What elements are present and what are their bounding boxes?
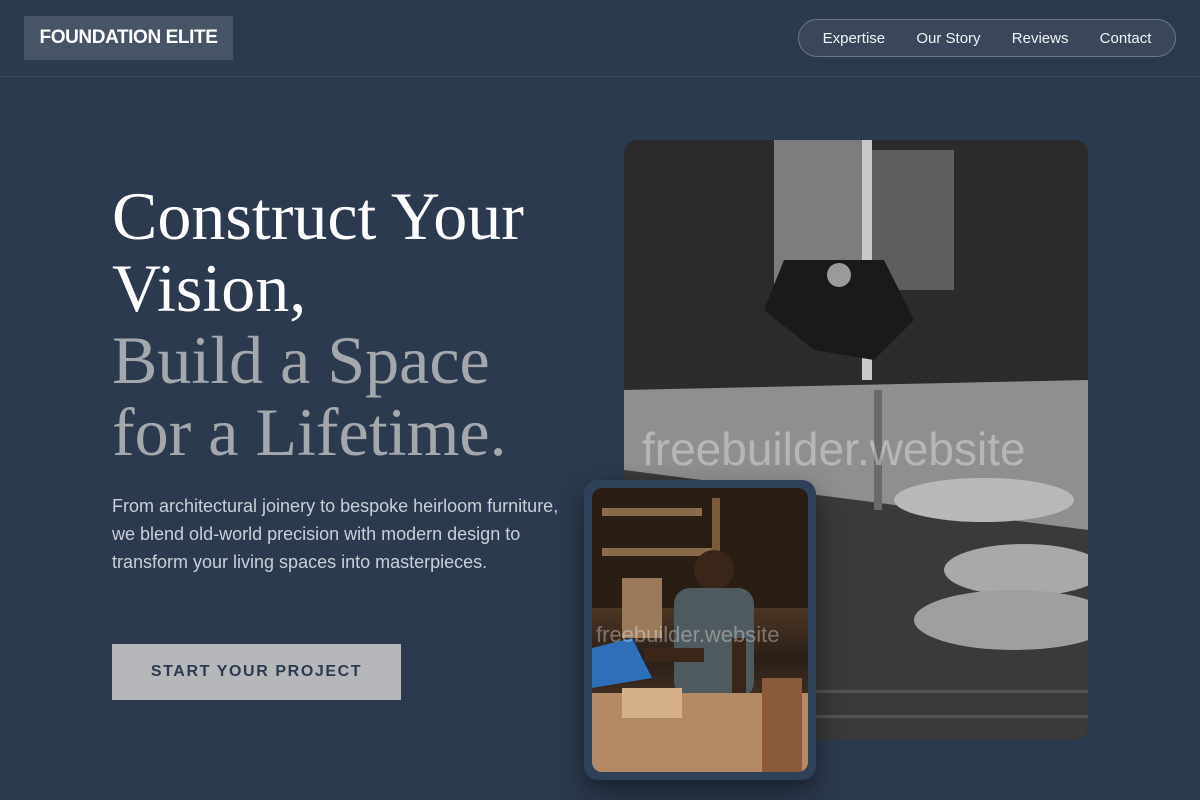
site-header: FOUNDATION ELITE Expertise Our Story Rev… — [0, 0, 1200, 77]
main-nav: Expertise Our Story Reviews Contact — [798, 19, 1176, 57]
brand-logo[interactable]: FOUNDATION ELITE — [24, 16, 233, 60]
nav-link-expertise[interactable]: Expertise — [815, 26, 894, 51]
start-project-button[interactable]: START YOUR PROJECT — [112, 644, 401, 700]
hero-headline-primary: Construct Your Vision, — [112, 178, 524, 326]
hero-description: From architectural joinery to bespoke he… — [112, 496, 559, 572]
hero-headline: Construct Your Vision, Build a Space for… — [112, 180, 582, 468]
nav-link-contact[interactable]: Contact — [1092, 26, 1160, 51]
nav-link-our-story[interactable]: Our Story — [908, 26, 988, 51]
hero-headline-secondary: Build a Space for a Lifetime. — [112, 322, 507, 470]
craftsman-photo: freebuilder.website — [592, 488, 808, 772]
nav-link-reviews[interactable]: Reviews — [1004, 26, 1077, 51]
craftsman-photo-watermark: freebuilder.website — [596, 622, 780, 647]
main-photo-watermark: freebuilder.website — [642, 423, 1026, 475]
